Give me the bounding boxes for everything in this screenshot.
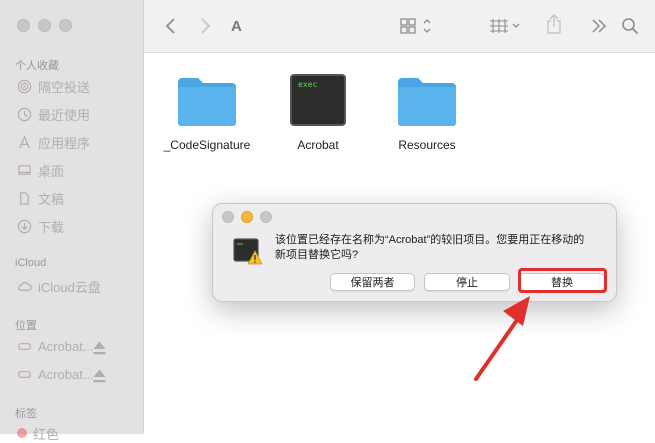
window-controls xyxy=(17,19,72,32)
document-icon xyxy=(20,191,29,205)
exec-icon: exec xyxy=(290,74,346,126)
clock-icon xyxy=(17,107,32,121)
share-button[interactable] xyxy=(546,12,562,36)
sidebar-item-tag-red[interactable]: 红色 xyxy=(17,423,59,443)
icloud-section-title: iCloud xyxy=(15,257,47,269)
tag-color-dot xyxy=(17,428,27,438)
double-chevron-icon xyxy=(592,19,607,33)
sidebar-item-label: 最近使用 xyxy=(38,107,91,123)
search-icon xyxy=(622,18,639,35)
download-icon xyxy=(17,219,32,233)
keep-both-button[interactable]: 保留两者 xyxy=(330,273,415,291)
sidebar: 个人收藏 隔空投送 最近使用 应用程序 桌面 文稿 下载 iCloud iClo… xyxy=(0,0,144,442)
airdrop-icon xyxy=(17,79,32,93)
desktop-icon xyxy=(18,164,31,175)
dialog-message-line-2: 新项目替换它吗? xyxy=(275,249,359,261)
sidebar-item-label: 应用程序 xyxy=(38,135,91,151)
disk-icon xyxy=(18,342,31,350)
more-toolbar-button[interactable] xyxy=(591,14,607,38)
chevron-right-icon xyxy=(201,18,211,34)
minimize-window-button[interactable] xyxy=(38,19,51,32)
sidebar-item-label: 隔空投送 xyxy=(38,79,91,95)
zoom-window-button[interactable] xyxy=(59,19,72,32)
file-label: Acrobat xyxy=(297,138,339,152)
locations-section-title: 位置 xyxy=(15,320,37,332)
sidebar-item-label: Acrobat... xyxy=(38,338,94,354)
exec-warning-icon xyxy=(233,238,263,265)
sidebar-item-documents[interactable]: 文稿 xyxy=(17,188,64,208)
window-title: A xyxy=(231,17,242,35)
file-item-acrobat[interactable]: exec Acrobat xyxy=(263,74,373,152)
group-button[interactable] xyxy=(489,14,523,38)
share-icon xyxy=(547,14,561,34)
sidebar-item-label: Acrobat... xyxy=(38,366,94,382)
sidebar-item-disk-2[interactable]: Acrobat... xyxy=(17,364,129,384)
dialog-close-button[interactable] xyxy=(222,211,234,223)
search-button[interactable] xyxy=(621,14,639,38)
stop-button[interactable]: 停止 xyxy=(424,273,510,291)
eject-icon[interactable] xyxy=(92,368,107,383)
folder-icon xyxy=(176,74,238,128)
cloud-icon xyxy=(18,281,32,291)
sidebar-item-icloud-drive[interactable]: iCloud云盘 xyxy=(17,276,101,296)
view-mode-button[interactable] xyxy=(400,14,434,38)
sidebar-item-desktop[interactable]: 桌面 xyxy=(17,160,64,180)
grid-view-icon xyxy=(400,18,431,34)
sidebar-item-label: 红色 xyxy=(33,426,60,442)
sidebar-item-label: 桌面 xyxy=(38,163,65,179)
chevron-left-icon xyxy=(165,18,175,34)
sidebar-item-disk-1[interactable]: Acrobat... xyxy=(17,336,129,356)
dialog-window-controls xyxy=(222,211,272,223)
toolbar: A xyxy=(144,0,655,53)
sidebar-item-applications[interactable]: 应用程序 xyxy=(17,132,90,152)
sidebar-item-label: 下载 xyxy=(38,219,65,235)
sidebar-item-recents[interactable]: 最近使用 xyxy=(17,104,90,124)
applications-icon xyxy=(19,134,30,148)
file-label: _CodeSignature xyxy=(163,138,251,152)
eject-icon[interactable] xyxy=(92,340,107,355)
sidebar-item-airdrop[interactable]: 隔空投送 xyxy=(17,76,90,96)
tags-section-title: 标签 xyxy=(15,408,37,420)
sidebar-item-label: 文稿 xyxy=(38,191,65,207)
dialog-zoom-button[interactable] xyxy=(260,211,272,223)
sidebar-item-label: iCloud云盘 xyxy=(38,279,101,295)
forward-button[interactable] xyxy=(198,14,212,38)
exec-badge: exec xyxy=(298,80,318,89)
file-label: Resources xyxy=(398,138,456,152)
close-window-button[interactable] xyxy=(17,19,30,32)
back-button[interactable] xyxy=(164,14,178,38)
dialog-message-line-1: 该位置已经存在名称为“Acrobat”的较旧项目。您要用正在移动的 xyxy=(275,234,585,246)
group-icon xyxy=(490,19,520,33)
dialog-minimize-button[interactable] xyxy=(241,211,253,223)
file-item-resources[interactable]: Resources xyxy=(372,74,482,152)
folder-icon xyxy=(396,74,458,128)
file-item-codesignature[interactable]: _CodeSignature xyxy=(152,74,262,152)
sidebar-item-downloads[interactable]: 下载 xyxy=(17,216,64,236)
dialog-message: 该位置已经存在名称为“Acrobat”的较旧项目。您要用正在移动的 新项目替换它… xyxy=(275,233,605,263)
favorites-section-title: 个人收藏 xyxy=(15,60,59,72)
disk-icon xyxy=(18,370,31,378)
replace-highlight-box xyxy=(518,268,607,293)
